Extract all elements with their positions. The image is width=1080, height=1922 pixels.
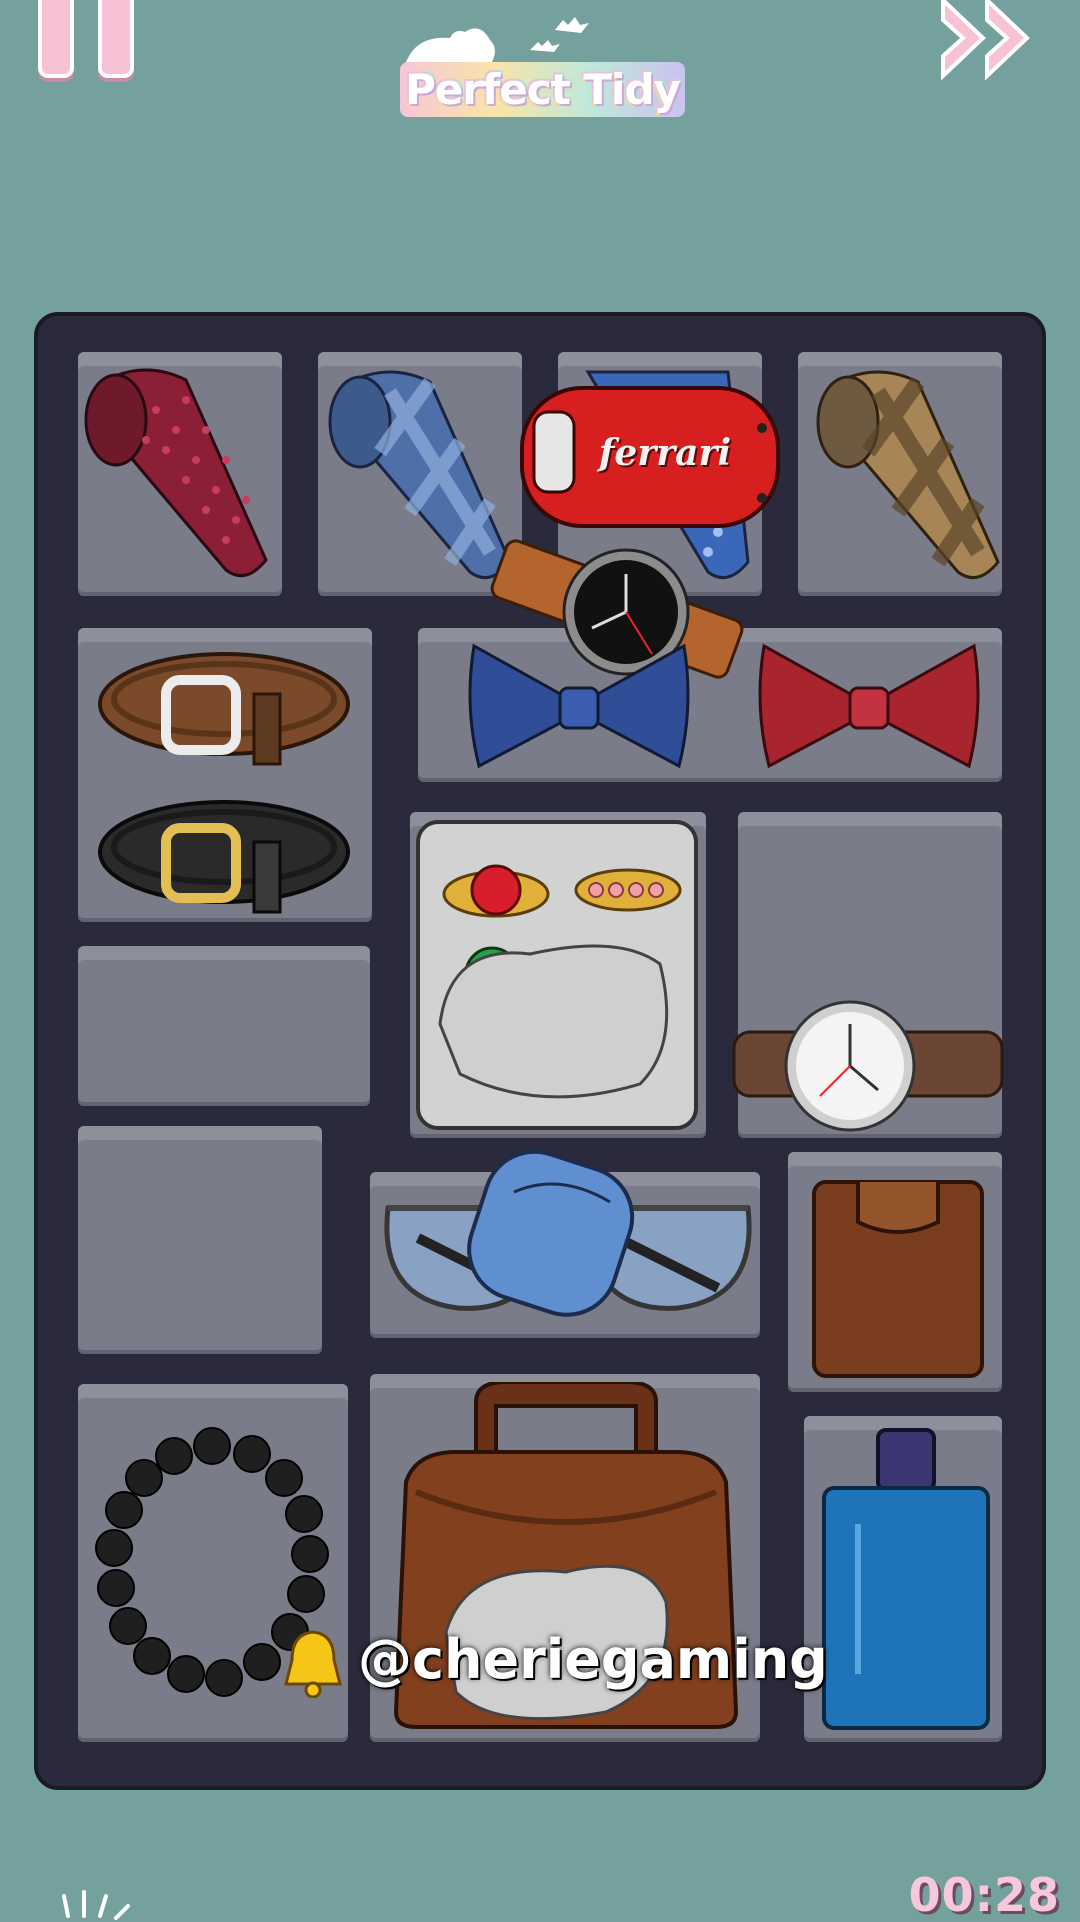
brown-plaid-tie[interactable] (808, 362, 1008, 592)
analog-watch[interactable] (728, 992, 1008, 1132)
fast-forward-icon (941, 0, 1030, 81)
ring-box[interactable] (416, 820, 698, 1130)
logo-title: Perfect Tidy (400, 62, 685, 117)
organizer-board: ferrari (34, 312, 1046, 1790)
game-logo: Perfect Tidy (395, 10, 685, 120)
slot-empty-2[interactable] (78, 1126, 322, 1354)
ferrari-key[interactable]: ferrari (518, 382, 784, 532)
brown-belt[interactable] (94, 644, 354, 774)
skip-button[interactable] (935, 0, 1055, 85)
car-key-label: ferrari (598, 432, 732, 474)
slot-empty-1[interactable] (78, 946, 370, 1106)
sparkle-icon (62, 1890, 130, 1920)
red-bow-tie[interactable] (754, 636, 984, 776)
pause-icon-bar (98, 0, 134, 78)
bell-icon (284, 1630, 342, 1698)
pause-button[interactable] (30, 0, 140, 80)
rings-icon (438, 864, 682, 1099)
level-timer: 00:28 (908, 1868, 1060, 1922)
pause-icon (38, 0, 74, 78)
red-polka-tie[interactable] (76, 360, 276, 590)
perfume-bottle[interactable] (818, 1424, 994, 1734)
black-belt[interactable] (94, 792, 354, 922)
watermark-text: @cheriegaming (358, 1628, 828, 1691)
logo-cat-icon (405, 17, 589, 65)
blue-bow-tie[interactable] (464, 636, 694, 776)
wallet[interactable] (808, 1162, 988, 1382)
earbuds-case[interactable] (450, 1122, 650, 1322)
